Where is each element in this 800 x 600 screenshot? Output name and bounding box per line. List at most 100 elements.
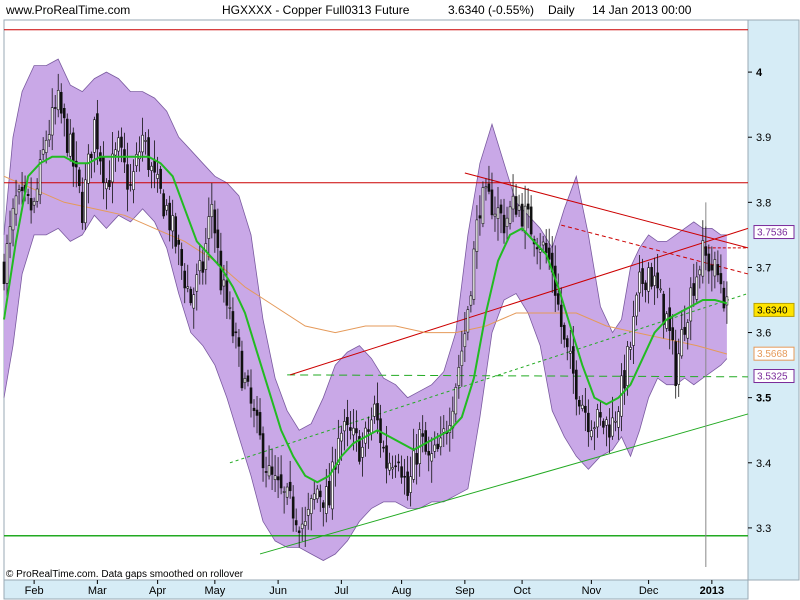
candle-body (698, 269, 702, 276)
candle-body (505, 217, 509, 227)
price-chart[interactable]: 4 3.9 3.8 3.7 3.6 3.5 3.4 3.3 Feb Mar Apr May Jun Jul… (0, 0, 800, 600)
candle-body (171, 215, 174, 232)
candle-body (544, 242, 548, 254)
candle-body (153, 160, 156, 173)
candle-body (258, 412, 262, 436)
candle-body (460, 350, 464, 367)
candle-body (571, 346, 575, 374)
x-tick-label: May (204, 585, 225, 597)
candle-body (78, 169, 81, 186)
candle-body (291, 496, 295, 519)
candle-body (189, 288, 193, 304)
candle-body (8, 226, 12, 244)
candle-body (222, 279, 226, 287)
candle-body (659, 288, 662, 291)
candle-body (529, 206, 533, 235)
candle-body (177, 239, 181, 245)
candle-body (584, 405, 587, 413)
candle-body (701, 240, 705, 277)
candle-body (493, 213, 497, 217)
candle-body (367, 429, 370, 432)
candle-body (129, 184, 132, 186)
candle-body (26, 194, 30, 196)
candle-body (47, 134, 51, 141)
candle-body (270, 466, 274, 475)
candle-body (261, 433, 265, 469)
price-tag-label: 3.6340 (757, 305, 788, 316)
candle-body (541, 241, 545, 246)
candle-body (32, 201, 36, 206)
candle-body (240, 350, 244, 389)
candle-body (273, 475, 277, 480)
candle-body (481, 187, 485, 225)
y-axis-panel (747, 19, 800, 581)
candle-body (611, 417, 614, 437)
candle-body (102, 157, 105, 184)
candle-body (20, 186, 24, 192)
candle-body (264, 471, 268, 473)
candle-body (96, 113, 99, 150)
candle-body (478, 215, 482, 219)
candle-body (454, 387, 458, 415)
candle-body (409, 476, 412, 493)
candle-body (472, 248, 476, 300)
candle-body (608, 424, 611, 438)
candle-body (641, 268, 644, 284)
candle-body (644, 282, 647, 291)
candle-body (382, 446, 385, 449)
candle-body (683, 327, 687, 335)
candle-body (517, 205, 521, 211)
candle-body (662, 293, 665, 325)
candle-body (267, 465, 271, 477)
candle-body (623, 370, 626, 389)
candle-body (565, 338, 569, 348)
candle-body (424, 430, 428, 452)
candle-body (141, 134, 144, 153)
candle-body (44, 139, 48, 153)
candle-body (183, 270, 187, 289)
candle-body (120, 136, 123, 148)
candle-body (457, 367, 461, 386)
x-tick-label: Dec (639, 585, 659, 597)
candle-body (397, 461, 400, 464)
candle-body (117, 137, 120, 152)
candle-body (138, 151, 141, 160)
candle-body (343, 421, 346, 432)
x-tick-label: 2013 (700, 585, 724, 597)
candle-body (647, 267, 650, 292)
candle-body (346, 417, 349, 426)
candle-body (686, 322, 690, 339)
x-tick-label: Sep (455, 585, 475, 597)
candle-body (186, 286, 190, 289)
price-tag-label: 3.5668 (757, 349, 788, 360)
candle-body (315, 488, 319, 500)
candle-body (713, 259, 717, 277)
x-tick-label: Feb (25, 585, 44, 597)
candle-body (520, 203, 524, 227)
candle-body (568, 350, 572, 354)
candle-body (285, 486, 289, 498)
candle-body (198, 260, 202, 272)
candle-body (710, 264, 714, 271)
candle-body (535, 247, 539, 250)
candle-body (487, 183, 491, 192)
candle-body (249, 387, 253, 404)
candle-body (433, 444, 437, 452)
candle-body (159, 168, 162, 189)
candle-body (436, 443, 440, 450)
candle-body (626, 346, 629, 386)
candle-body (237, 337, 241, 347)
candle-body (17, 189, 21, 193)
y-tick-label: 3.9 (756, 132, 771, 144)
candle-body (523, 205, 527, 233)
candle-body (195, 274, 199, 292)
candle-body (559, 304, 563, 327)
candle-body (35, 188, 39, 202)
candle-body (466, 309, 470, 333)
candle-body (2, 261, 6, 285)
candle-body (228, 307, 232, 309)
candle-body (126, 164, 129, 190)
footer-credit: © ProRealTime.com. Data gaps smoothed on… (6, 569, 244, 580)
candle-body (62, 108, 66, 119)
candle-body (81, 191, 84, 223)
